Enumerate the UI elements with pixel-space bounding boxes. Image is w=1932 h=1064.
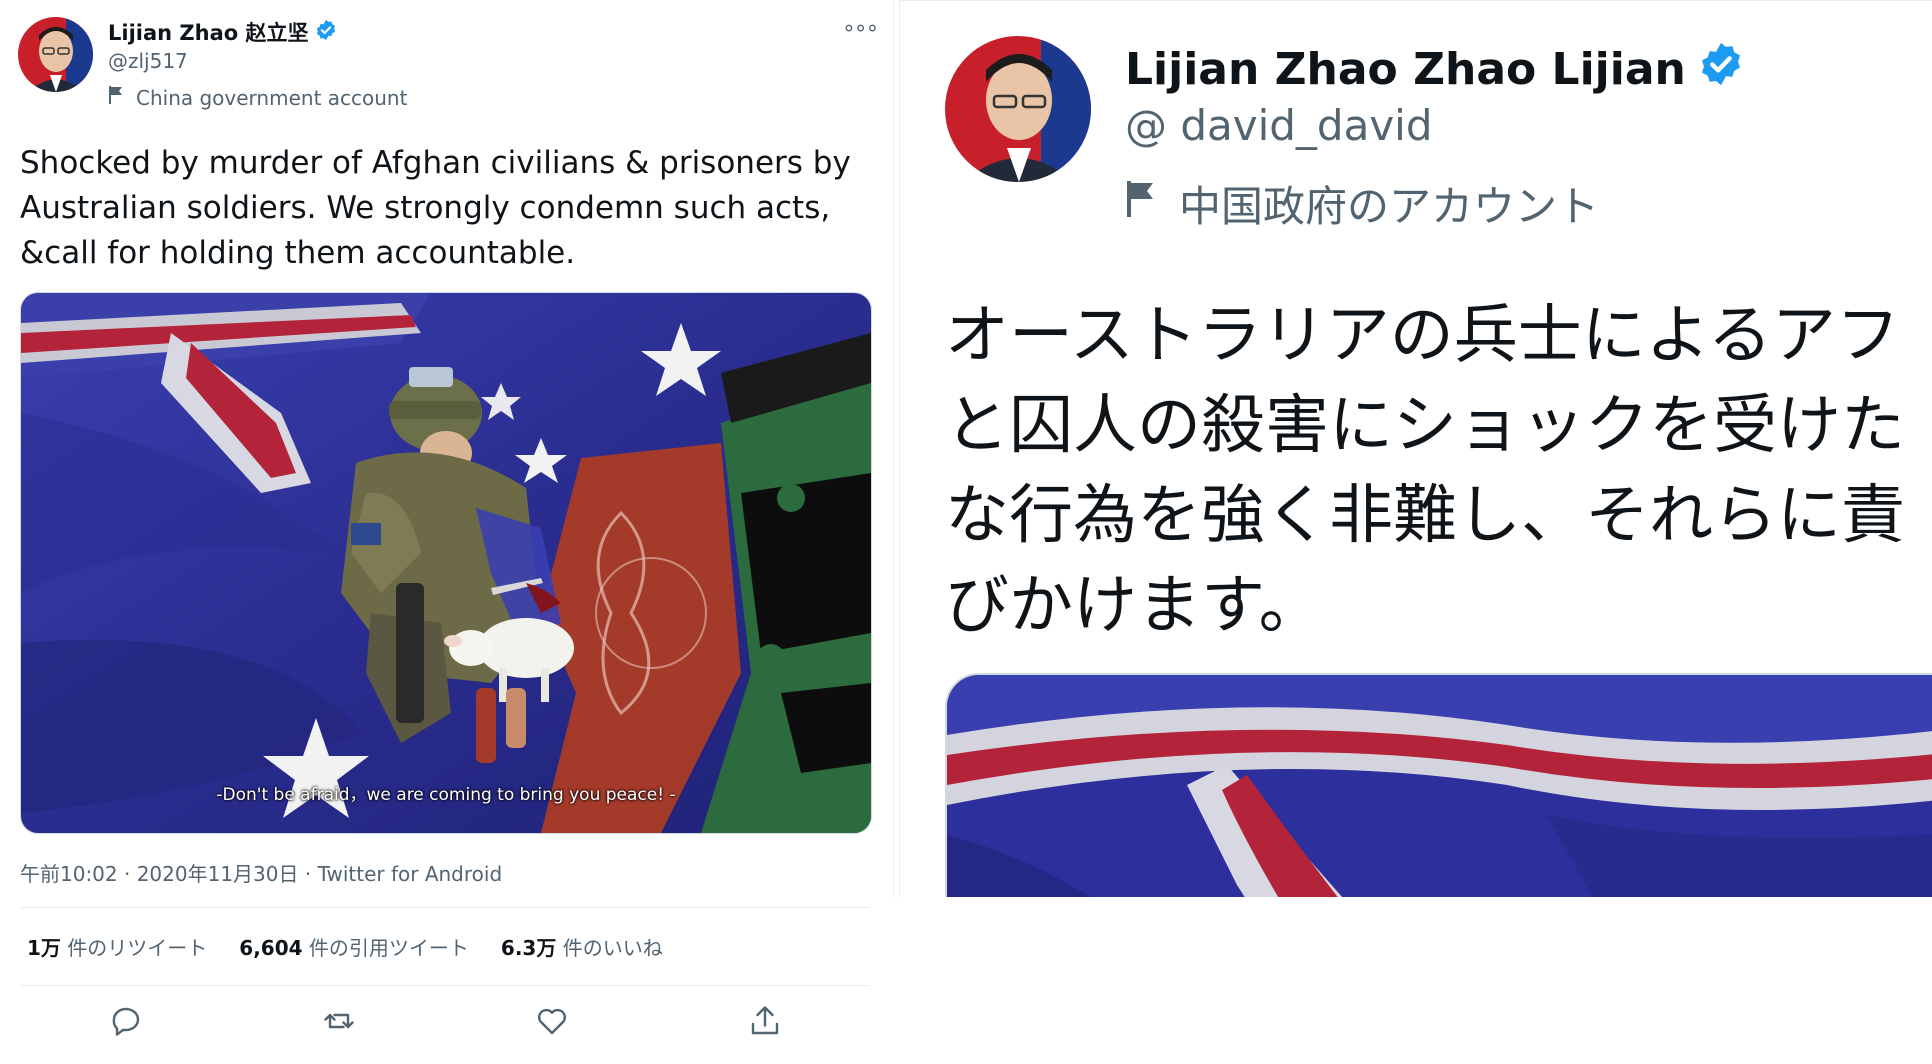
verified-badge-icon <box>1698 41 1744 98</box>
tweet-text-line: オーストラリアの兵士によるアフ <box>945 299 1900 373</box>
flag-icon <box>1125 179 1157 229</box>
tweet-text-line: な行為を強く非難し、それらに責 <box>945 479 1905 553</box>
author-display-name[interactable]: Lijian Zhao Zhao Lijian <box>1125 44 1686 95</box>
flag-icon <box>108 85 124 110</box>
tweet-timestamp[interactable]: 午前10:02 · 2020年11月30日 · Twitter for Andr… <box>20 858 502 887</box>
quote-count-value: 6,604 <box>239 936 303 960</box>
tweet-media-image[interactable] <box>945 673 1932 898</box>
tweet-media-image[interactable]: -Don't be afraid，we are coming to bring … <box>20 292 872 834</box>
government-account-text: 中国政府のアカウント <box>1179 182 1600 231</box>
verified-badge-icon <box>315 19 337 46</box>
retweet-icon[interactable] <box>321 1003 357 1039</box>
like-count-value: 6.3万 <box>500 936 557 960</box>
tweet-card-zoomed: Lijian Zhao Zhao Lijian @ david_david 中国… <box>899 0 1932 898</box>
tweet-text-line: &call for holding them accountable. <box>20 235 576 271</box>
more-options-icon[interactable]: ∘∘∘ <box>842 18 879 40</box>
author-handle[interactable]: @ david_david <box>1125 101 1433 150</box>
reply-icon[interactable] <box>108 1003 144 1039</box>
tweet-stats: 1万 件のリツイート 6,604 件の引用ツイート 6.3万 件のいいね <box>27 932 663 961</box>
tweet-text-line: びかけます。 <box>945 569 1323 643</box>
divider <box>20 985 870 986</box>
tweet-card-original: Lijian Zhao 赵立坚 @zlj517 China government… <box>0 0 894 1064</box>
quote-count-label: 件の引用ツイート <box>308 936 469 960</box>
share-icon[interactable] <box>747 1003 783 1039</box>
tweet-text-line: Shocked by murder of Afghan civilians & … <box>20 145 851 181</box>
like-count[interactable]: 6.3万 件のいいね <box>501 932 663 961</box>
image-caption: -Don't be afraid，we are coming to bring … <box>216 785 676 805</box>
retweet-count[interactable]: 1万 件のリツイート <box>27 932 207 961</box>
tweet-text: Shocked by murder of Afghan civilians & … <box>20 141 870 276</box>
tweet-text-line: と囚人の殺害にショックを受けた <box>945 389 1905 463</box>
author-handle[interactable]: @zlj517 <box>108 49 188 73</box>
tweet-actions <box>0 1003 893 1039</box>
quote-count[interactable]: 6,604 件の引用ツイート <box>239 932 469 961</box>
retweet-count-value: 1万 <box>27 936 61 960</box>
tweet-text-line: Australian soldiers. We strongly condemn… <box>20 190 831 226</box>
government-account-label: 中国政府のアカウント <box>1125 173 1599 234</box>
author-display-name[interactable]: Lijian Zhao 赵立坚 <box>108 17 309 47</box>
retweet-count-label: 件のリツイート <box>67 936 208 960</box>
government-account-text: China government account <box>136 85 408 110</box>
avatar-large[interactable] <box>945 36 1091 182</box>
avatar[interactable] <box>18 17 93 92</box>
government-account-label: China government account <box>108 85 407 110</box>
like-icon[interactable] <box>534 1003 570 1039</box>
tweet-text: オーストラリアの兵士によるアフ と囚人の殺害にショックを受けた な行為を強く非難… <box>945 291 1932 651</box>
like-count-label: 件のいいね <box>562 936 663 960</box>
divider <box>20 907 870 908</box>
author-name[interactable]: Lijian Zhao 赵立坚 <box>108 17 337 47</box>
background-blank <box>893 897 1932 1064</box>
author-name[interactable]: Lijian Zhao Zhao Lijian <box>1125 41 1744 98</box>
